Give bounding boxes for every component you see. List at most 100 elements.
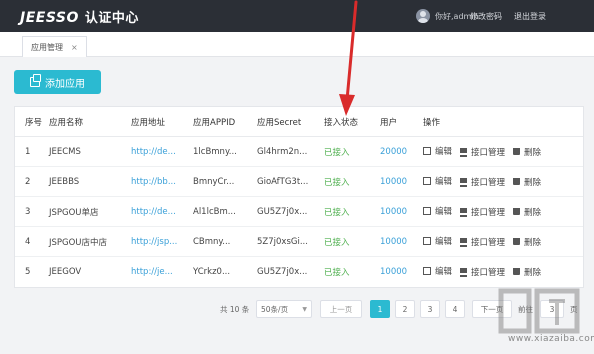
cell-secret: 5Z7j0xsGi... xyxy=(257,226,324,257)
cell-appid: 1lcBmny... xyxy=(193,136,257,167)
cell-no: 3 xyxy=(15,196,49,227)
cell-no: 2 xyxy=(15,166,49,197)
close-icon[interactable]: × xyxy=(71,43,78,52)
api-manage-label: 接口管理 xyxy=(471,267,506,278)
page-button-1[interactable]: 1 xyxy=(370,300,390,318)
delete-button[interactable]: 删除 xyxy=(513,176,541,188)
tab-bar: 应用管理 × xyxy=(0,32,594,57)
prev-page-button[interactable]: 上一页 xyxy=(320,300,362,318)
cell-name: JEEGOV xyxy=(49,266,82,277)
add-app-button[interactable]: 添加应用 xyxy=(14,70,101,94)
page-number: 1 xyxy=(377,304,383,314)
page-button-4[interactable]: 4 xyxy=(445,300,465,318)
edit-label: 编辑 xyxy=(435,267,453,277)
api-manage-button[interactable]: 接口管理 xyxy=(460,146,505,158)
edit-icon xyxy=(423,207,431,215)
edit-label: 编辑 xyxy=(435,177,453,187)
cell-url-link[interactable]: http://de... xyxy=(131,136,193,167)
edit-icon xyxy=(423,147,431,155)
cell-secret: GU5Z7j0x... xyxy=(257,196,324,227)
page-button-2[interactable]: 2 xyxy=(395,300,415,318)
cell-actions: 编辑 接口管理 删除 xyxy=(423,196,583,227)
edit-button[interactable]: 编辑 xyxy=(423,265,452,277)
table-row: 5 JEEGOV http://je... YCrkz0... GU5Z7j0x… xyxy=(15,257,583,287)
edit-label: 编辑 xyxy=(435,147,453,157)
cell-url-link[interactable]: http://je... xyxy=(131,257,193,287)
cell-secret: GioAfTG3t... xyxy=(257,166,324,197)
cell-url-link[interactable]: http://de... xyxy=(131,196,193,227)
edit-label: 编辑 xyxy=(435,207,453,217)
cell-no: 5 xyxy=(25,266,31,277)
col-header-actions: 操作 xyxy=(423,107,583,137)
page-size-select[interactable]: 50条/页 ▼ xyxy=(256,300,312,318)
chevron-down-icon: ▼ xyxy=(302,305,307,313)
cell-status: 已接入 xyxy=(324,267,350,278)
add-app-label: 添加应用 xyxy=(45,78,85,90)
api-manage-button[interactable]: 接口管理 xyxy=(460,266,505,278)
cell-appid: YCrkz0... xyxy=(193,266,231,277)
tab-app-management[interactable]: 应用管理 × xyxy=(22,36,87,57)
cell-appid: Al1lcBm... xyxy=(193,196,257,227)
cell-users-link[interactable]: 10000 xyxy=(380,196,423,227)
change-password-link[interactable]: 修改密码 xyxy=(470,11,502,22)
edit-button[interactable]: 编辑 xyxy=(423,175,452,187)
trash-icon xyxy=(513,148,521,155)
total-count: 共 10 条 xyxy=(220,305,250,314)
watermark-shape xyxy=(498,288,532,334)
delete-label: 删除 xyxy=(524,177,542,188)
api-manage-label: 接口管理 xyxy=(471,207,506,218)
cell-status: 已接入 xyxy=(324,196,380,227)
col-header-no: 序号 xyxy=(15,107,49,137)
cell-users-link[interactable]: 10000 xyxy=(380,257,423,287)
trash-icon xyxy=(513,208,521,215)
app-table-panel: 序号 应用名称 应用地址 应用APPID 应用Secret 接入状态 用户 操作… xyxy=(14,106,584,288)
cell-status: 已接入 xyxy=(324,166,380,197)
api-manage-button[interactable]: 接口管理 xyxy=(460,206,505,218)
top-bar: JEESSO 认证中心 你好,admin 修改密码 退出登录 xyxy=(0,0,594,32)
cell-name: JEEBBS xyxy=(49,166,131,197)
api-manage-label: 接口管理 xyxy=(471,237,506,248)
edit-icon xyxy=(423,237,431,245)
col-header-users: 用户 xyxy=(380,107,423,137)
cell-url-link[interactable]: http://bb... xyxy=(131,166,193,197)
api-manage-label: 接口管理 xyxy=(471,147,506,158)
edit-icon xyxy=(423,267,431,275)
col-header-url: 应用地址 xyxy=(131,107,193,137)
cell-url-link[interactable]: http://jsp... xyxy=(131,226,193,257)
cell-actions: 编辑 接口管理 删除 xyxy=(423,226,583,257)
col-header-appid: 应用APPID xyxy=(193,107,257,137)
cell-name: JSPGOU单店 xyxy=(49,196,131,227)
cell-users-link[interactable]: 10000 xyxy=(380,166,423,197)
brand-subtitle: 认证中心 xyxy=(84,11,139,26)
delete-button[interactable]: 删除 xyxy=(513,266,541,278)
page-size-value: 50条/页 xyxy=(261,304,289,314)
delete-label: 删除 xyxy=(524,267,542,278)
delete-button[interactable]: 删除 xyxy=(513,236,541,248)
copy-icon xyxy=(30,74,41,87)
col-header-secret: 应用Secret xyxy=(257,107,324,137)
watermark-shape xyxy=(549,299,565,325)
col-header-name: 应用名称 xyxy=(49,107,131,137)
cell-actions: 编辑 接口管理 删除 xyxy=(423,136,583,167)
table-header-row: 序号 应用名称 应用地址 应用APPID 应用Secret 接入状态 用户 操作 xyxy=(15,107,583,137)
delete-label: 删除 xyxy=(524,147,542,158)
logout-link[interactable]: 退出登录 xyxy=(514,11,546,22)
table-row: 4 JSPGOU店中店 http://jsp... CBmny... 5Z7j0… xyxy=(15,226,583,257)
monitor-icon xyxy=(460,268,468,275)
page-button-3[interactable]: 3 xyxy=(420,300,440,318)
edit-button[interactable]: 编辑 xyxy=(423,235,452,247)
cell-appid: CBmny... xyxy=(193,226,257,257)
cell-secret: GU5Z7j0x... xyxy=(257,266,308,277)
edit-button[interactable]: 编辑 xyxy=(423,145,452,157)
cell-users-link[interactable]: 20000 xyxy=(380,136,423,167)
brand-logo[interactable]: JEESSO 认证中心 xyxy=(20,7,139,26)
delete-label: 删除 xyxy=(524,207,542,218)
delete-button[interactable]: 删除 xyxy=(513,206,541,218)
edit-button[interactable]: 编辑 xyxy=(423,205,452,217)
cell-users-link[interactable]: 10000 xyxy=(380,226,423,257)
avatar xyxy=(416,9,430,23)
delete-button[interactable]: 删除 xyxy=(513,146,541,158)
api-manage-button[interactable]: 接口管理 xyxy=(460,236,505,248)
cell-status: 已接入 xyxy=(324,136,380,167)
api-manage-button[interactable]: 接口管理 xyxy=(460,176,505,188)
